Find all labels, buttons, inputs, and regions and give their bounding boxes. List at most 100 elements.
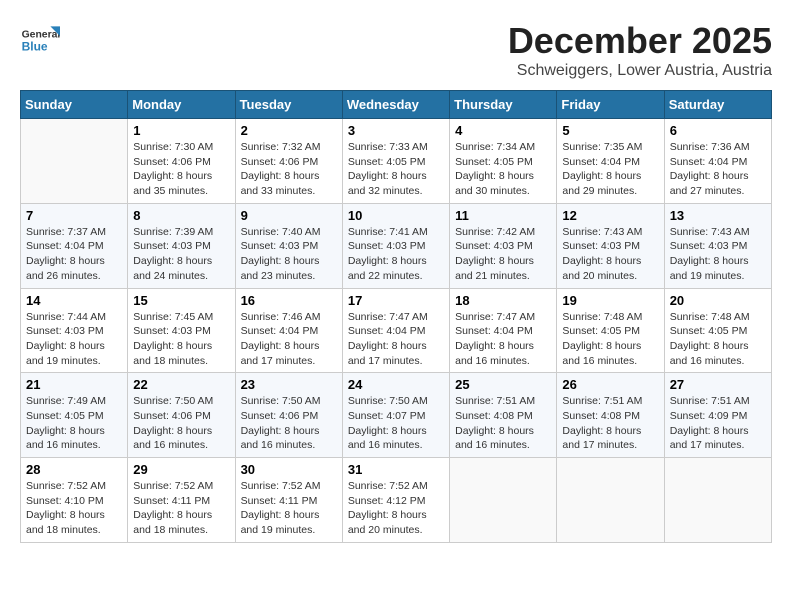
calendar-header-row: SundayMondayTuesdayWednesdayThursdayFrid… bbox=[21, 91, 772, 119]
calendar-cell: 9 Sunrise: 7:40 AMSunset: 4:03 PMDaylight… bbox=[235, 203, 342, 288]
day-number: 30 bbox=[241, 462, 337, 477]
day-number: 29 bbox=[133, 462, 229, 477]
day-info: Sunrise: 7:44 AMSunset: 4:03 PMDaylight:… bbox=[26, 310, 122, 369]
title-block: December 2025 Schweiggers, Lower Austria… bbox=[508, 20, 772, 80]
logo: General Blue bbox=[20, 20, 64, 60]
day-number: 9 bbox=[241, 208, 337, 223]
day-info: Sunrise: 7:49 AMSunset: 4:05 PMDaylight:… bbox=[26, 394, 122, 453]
day-info: Sunrise: 7:45 AMSunset: 4:03 PMDaylight:… bbox=[133, 310, 229, 369]
day-number: 5 bbox=[562, 123, 658, 138]
day-number: 31 bbox=[348, 462, 444, 477]
col-header-sunday: Sunday bbox=[21, 91, 128, 119]
day-info: Sunrise: 7:43 AMSunset: 4:03 PMDaylight:… bbox=[562, 225, 658, 284]
calendar-cell bbox=[557, 458, 664, 543]
day-info: Sunrise: 7:34 AMSunset: 4:05 PMDaylight:… bbox=[455, 140, 551, 199]
calendar-cell: 12 Sunrise: 7:43 AMSunset: 4:03 PMDayligh… bbox=[557, 203, 664, 288]
calendar-cell: 10Sunrise: 7:41 AMSunset: 4:03 PMDayligh… bbox=[342, 203, 449, 288]
calendar-cell: 6 Sunrise: 7:36 AMSunset: 4:04 PMDaylight… bbox=[664, 119, 771, 204]
calendar-cell: 16Sunrise: 7:46 AMSunset: 4:04 PMDayligh… bbox=[235, 288, 342, 373]
col-header-thursday: Thursday bbox=[450, 91, 557, 119]
calendar-cell: 23Sunrise: 7:50 AMSunset: 4:06 PMDayligh… bbox=[235, 373, 342, 458]
day-info: Sunrise: 7:39 AMSunset: 4:03 PMDaylight:… bbox=[133, 225, 229, 284]
col-header-monday: Monday bbox=[128, 91, 235, 119]
col-header-tuesday: Tuesday bbox=[235, 91, 342, 119]
day-number: 25 bbox=[455, 377, 551, 392]
day-number: 1 bbox=[133, 123, 229, 138]
day-info: Sunrise: 7:48 AMSunset: 4:05 PMDaylight:… bbox=[562, 310, 658, 369]
day-number: 14 bbox=[26, 293, 122, 308]
calendar-cell bbox=[664, 458, 771, 543]
day-info: Sunrise: 7:37 AMSunset: 4:04 PMDaylight:… bbox=[26, 225, 122, 284]
day-number: 2 bbox=[241, 123, 337, 138]
day-number: 18 bbox=[455, 293, 551, 308]
day-number: 4 bbox=[455, 123, 551, 138]
calendar-cell: 30 Sunrise: 7:52 AMSunset: 4:11 PMDayligh… bbox=[235, 458, 342, 543]
day-info: Sunrise: 7:52 AMSunset: 4:11 PMDaylight:… bbox=[133, 479, 229, 538]
calendar-cell: 18 Sunrise: 7:47 AMSunset: 4:04 PMDayligh… bbox=[450, 288, 557, 373]
day-number: 6 bbox=[670, 123, 766, 138]
day-number: 8 bbox=[133, 208, 229, 223]
calendar-table: SundayMondayTuesdayWednesdayThursdayFrid… bbox=[20, 90, 772, 543]
day-number: 28 bbox=[26, 462, 122, 477]
calendar-cell: 25 Sunrise: 7:51 AMSunset: 4:08 PMDayligh… bbox=[450, 373, 557, 458]
calendar-cell: 28 Sunrise: 7:52 AMSunset: 4:10 PMDayligh… bbox=[21, 458, 128, 543]
calendar-cell: 11 Sunrise: 7:42 AMSunset: 4:03 PMDayligh… bbox=[450, 203, 557, 288]
day-info: Sunrise: 7:36 AMSunset: 4:04 PMDaylight:… bbox=[670, 140, 766, 199]
day-info: Sunrise: 7:42 AMSunset: 4:03 PMDaylight:… bbox=[455, 225, 551, 284]
calendar-cell: 7 Sunrise: 7:37 AMSunset: 4:04 PMDaylight… bbox=[21, 203, 128, 288]
day-number: 20 bbox=[670, 293, 766, 308]
calendar-cell: 24 Sunrise: 7:50 AMSunset: 4:07 PMDayligh… bbox=[342, 373, 449, 458]
month-title: December 2025 bbox=[508, 20, 772, 62]
day-number: 15 bbox=[133, 293, 229, 308]
calendar-cell: 29 Sunrise: 7:52 AMSunset: 4:11 PMDayligh… bbox=[128, 458, 235, 543]
calendar-cell: 31 Sunrise: 7:52 AMSunset: 4:12 PMDayligh… bbox=[342, 458, 449, 543]
day-number: 27 bbox=[670, 377, 766, 392]
day-info: Sunrise: 7:47 AMSunset: 4:04 PMDaylight:… bbox=[455, 310, 551, 369]
day-info: Sunrise: 7:52 AMSunset: 4:11 PMDaylight:… bbox=[241, 479, 337, 538]
calendar-cell: 5Sunrise: 7:35 AMSunset: 4:04 PMDaylight… bbox=[557, 119, 664, 204]
calendar-cell: 8 Sunrise: 7:39 AMSunset: 4:03 PMDaylight… bbox=[128, 203, 235, 288]
day-number: 26 bbox=[562, 377, 658, 392]
calendar-cell: 15 Sunrise: 7:45 AMSunset: 4:03 PMDayligh… bbox=[128, 288, 235, 373]
day-number: 21 bbox=[26, 377, 122, 392]
calendar-cell: 19 Sunrise: 7:48 AMSunset: 4:05 PMDayligh… bbox=[557, 288, 664, 373]
day-number: 7 bbox=[26, 208, 122, 223]
calendar-cell bbox=[21, 119, 128, 204]
day-number: 19 bbox=[562, 293, 658, 308]
day-info: Sunrise: 7:46 AMSunset: 4:04 PMDaylight:… bbox=[241, 310, 337, 369]
day-info: Sunrise: 7:51 AMSunset: 4:08 PMDaylight:… bbox=[455, 394, 551, 453]
calendar-cell: 17Sunrise: 7:47 AMSunset: 4:04 PMDayligh… bbox=[342, 288, 449, 373]
day-info: Sunrise: 7:32 AMSunset: 4:06 PMDaylight:… bbox=[241, 140, 337, 199]
calendar-week-row: 28 Sunrise: 7:52 AMSunset: 4:10 PMDayligh… bbox=[21, 458, 772, 543]
page-header: General Blue December 2025 Schweiggers, … bbox=[20, 20, 772, 80]
calendar-cell: 13 Sunrise: 7:43 AMSunset: 4:03 PMDayligh… bbox=[664, 203, 771, 288]
calendar-cell: 2 Sunrise: 7:32 AMSunset: 4:06 PMDaylight… bbox=[235, 119, 342, 204]
day-number: 23 bbox=[241, 377, 337, 392]
subtitle: Schweiggers, Lower Austria, Austria bbox=[508, 62, 772, 80]
calendar-cell: 1Sunrise: 7:30 AMSunset: 4:06 PMDaylight… bbox=[128, 119, 235, 204]
day-info: Sunrise: 7:50 AMSunset: 4:07 PMDaylight:… bbox=[348, 394, 444, 453]
day-number: 12 bbox=[562, 208, 658, 223]
calendar-cell: 26 Sunrise: 7:51 AMSunset: 4:08 PMDayligh… bbox=[557, 373, 664, 458]
calendar-cell bbox=[450, 458, 557, 543]
calendar-week-row: 21 Sunrise: 7:49 AMSunset: 4:05 PMDayligh… bbox=[21, 373, 772, 458]
day-info: Sunrise: 7:43 AMSunset: 4:03 PMDaylight:… bbox=[670, 225, 766, 284]
day-info: Sunrise: 7:47 AMSunset: 4:04 PMDaylight:… bbox=[348, 310, 444, 369]
calendar-week-row: 1Sunrise: 7:30 AMSunset: 4:06 PMDaylight… bbox=[21, 119, 772, 204]
day-info: Sunrise: 7:51 AMSunset: 4:08 PMDaylight:… bbox=[562, 394, 658, 453]
calendar-cell: 20Sunrise: 7:48 AMSunset: 4:05 PMDayligh… bbox=[664, 288, 771, 373]
day-number: 11 bbox=[455, 208, 551, 223]
calendar-cell: 3Sunrise: 7:33 AMSunset: 4:05 PMDaylight… bbox=[342, 119, 449, 204]
day-number: 13 bbox=[670, 208, 766, 223]
day-info: Sunrise: 7:50 AMSunset: 4:06 PMDaylight:… bbox=[133, 394, 229, 453]
day-info: Sunrise: 7:52 AMSunset: 4:10 PMDaylight:… bbox=[26, 479, 122, 538]
col-header-saturday: Saturday bbox=[664, 91, 771, 119]
day-info: Sunrise: 7:52 AMSunset: 4:12 PMDaylight:… bbox=[348, 479, 444, 538]
day-info: Sunrise: 7:33 AMSunset: 4:05 PMDaylight:… bbox=[348, 140, 444, 199]
day-info: Sunrise: 7:40 AMSunset: 4:03 PMDaylight:… bbox=[241, 225, 337, 284]
day-number: 24 bbox=[348, 377, 444, 392]
day-info: Sunrise: 7:51 AMSunset: 4:09 PMDaylight:… bbox=[670, 394, 766, 453]
logo-icon: General Blue bbox=[20, 20, 60, 60]
day-number: 22 bbox=[133, 377, 229, 392]
col-header-friday: Friday bbox=[557, 91, 664, 119]
